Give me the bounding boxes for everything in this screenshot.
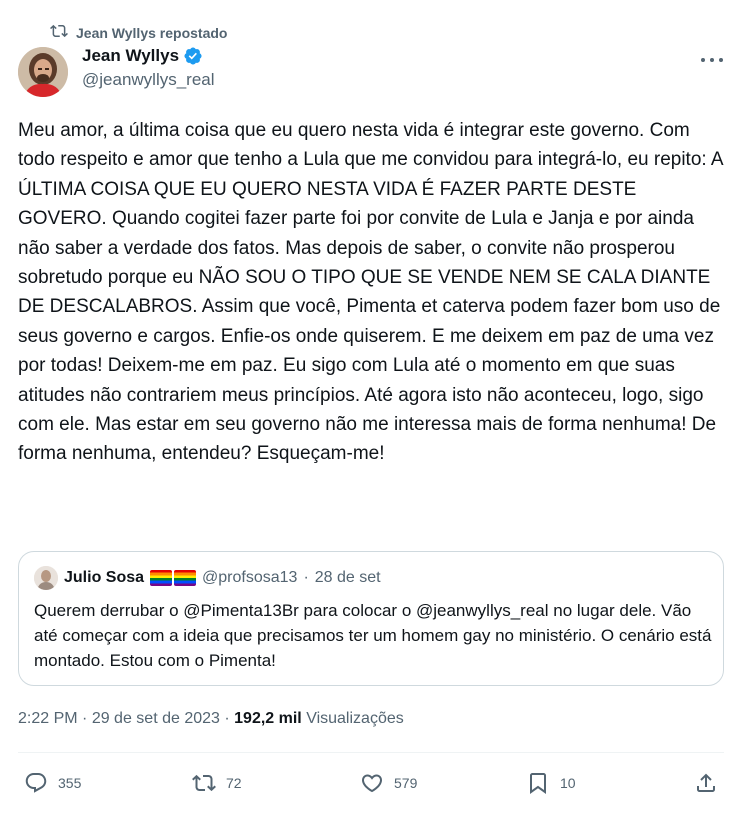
author-block[interactable]: Jean Wyllys @jeanwyllys_real — [82, 46, 215, 90]
retweet-count: 72 — [226, 775, 242, 791]
verified-badge-icon[interactable] — [183, 46, 203, 66]
repost-header[interactable]: Jean Wyllys repostado — [50, 22, 227, 43]
quoted-author-name[interactable]: Julio Sosa — [64, 569, 144, 587]
tweet-text: Meu amor, a última coisa que eu quero ne… — [18, 120, 728, 465]
bookmark-icon — [526, 771, 550, 795]
meta-separator: · — [77, 710, 92, 727]
like-count: 579 — [394, 775, 418, 791]
heart-icon — [360, 771, 384, 795]
bookmark-count: 10 — [560, 775, 576, 791]
reply-button[interactable]: 355 — [24, 771, 81, 795]
views-count: 192,2 mil — [234, 710, 302, 727]
quoted-tweet-header: Julio Sosa @profsosa13 · 28 de set — [34, 566, 381, 590]
rainbow-flag-icon — [150, 570, 173, 586]
more-icon[interactable] — [701, 52, 723, 68]
quoted-date[interactable]: 28 de set — [315, 569, 381, 587]
share-icon — [694, 771, 718, 795]
author-name[interactable]: Jean Wyllys — [82, 46, 179, 66]
repost-icon — [50, 22, 68, 43]
divider — [18, 752, 724, 753]
share-button[interactable] — [694, 771, 718, 795]
more-dot — [710, 58, 714, 62]
bookmark-button[interactable]: 10 — [526, 771, 576, 795]
quoted-avatar[interactable] — [34, 566, 58, 590]
rainbow-flag-icon — [174, 570, 197, 586]
like-button[interactable]: 579 — [360, 771, 417, 795]
views-label: Visualizações — [301, 710, 404, 727]
rainbow-flags — [150, 570, 197, 586]
retweet-icon — [192, 771, 216, 795]
more-dot — [701, 58, 705, 62]
more-dot — [719, 58, 723, 62]
repost-label: Jean Wyllys repostado — [76, 24, 228, 41]
author-handle[interactable]: @jeanwyllys_real — [82, 70, 215, 90]
meta-separator: · — [219, 710, 235, 727]
action-bar: 355 72 579 10 — [18, 764, 724, 802]
quoted-tweet-text: Querem derrubar o @Pimenta13Br para colo… — [34, 601, 712, 670]
quoted-author-handle[interactable]: @profsosa13 — [202, 569, 297, 587]
avatar[interactable] — [18, 47, 68, 97]
quoted-separator: · — [303, 569, 309, 586]
tweet-date[interactable]: 29 de set de 2023 — [92, 710, 220, 727]
tweet-time[interactable]: 2:22 PM — [18, 710, 78, 727]
quoted-tweet[interactable]: Julio Sosa @profsosa13 · 28 de set Quere… — [18, 551, 724, 686]
reply-icon — [24, 771, 48, 795]
retweet-button[interactable]: 72 — [192, 771, 242, 795]
tweet-meta: 2:22 PM · 29 de set de 2023 · 192,2 mil … — [18, 710, 404, 728]
reply-count: 355 — [58, 775, 82, 791]
